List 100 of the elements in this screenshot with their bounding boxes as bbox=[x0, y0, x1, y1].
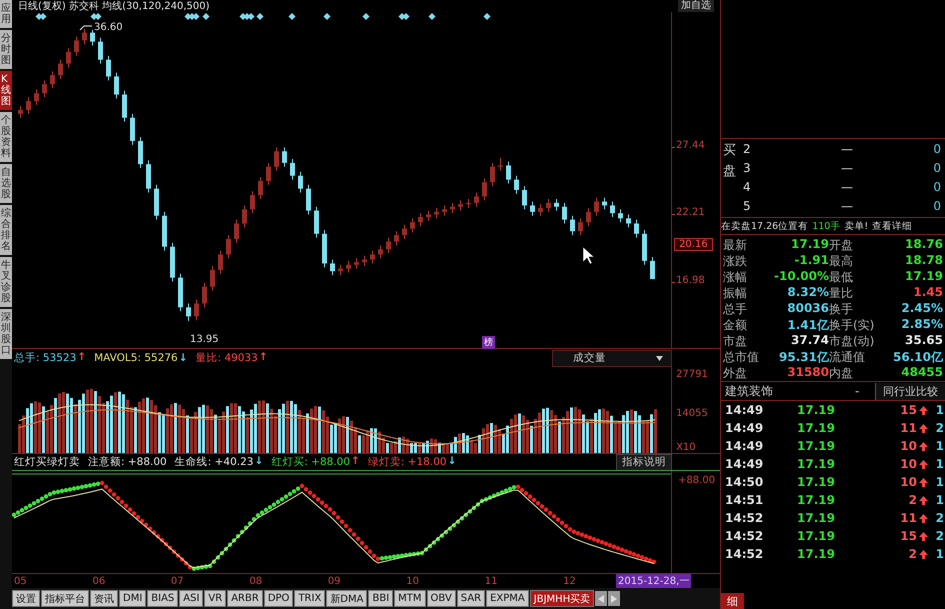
price-axis-label: 22.21 bbox=[676, 207, 705, 218]
quote-label: 总市值 bbox=[723, 349, 760, 365]
indicator-tab[interactable]: 资讯 bbox=[90, 590, 118, 607]
notice-text: 在卖盘17.26位置有 bbox=[721, 220, 808, 232]
trade-volume: 11 bbox=[899, 421, 918, 435]
indicator-tab[interactable]: EXPMA bbox=[486, 590, 529, 607]
side-tab[interactable]: 牛叉诊股 bbox=[0, 257, 12, 307]
trade-time: 14:51 bbox=[724, 493, 764, 507]
side-tab[interactable]: 综合排名 bbox=[0, 205, 12, 255]
rank-marker: 榜 bbox=[482, 336, 495, 349]
trade-volume: 15 bbox=[899, 529, 918, 543]
order-price: — bbox=[840, 142, 853, 156]
quote-label: 流通值 bbox=[829, 349, 866, 365]
trend-arrow: ↓ bbox=[254, 455, 264, 469]
order-level: 2 bbox=[742, 142, 752, 156]
trend-arrow: ↑ bbox=[258, 351, 268, 365]
indicator-tab[interactable]: BBI bbox=[368, 590, 394, 607]
order-volume: 0 bbox=[932, 198, 942, 212]
quote-value: 95.31亿 bbox=[778, 349, 829, 365]
indicator-tab[interactable]: DPO bbox=[264, 590, 294, 607]
trade-count: 1 bbox=[936, 439, 945, 453]
indicator-tab[interactable]: 指标平台 bbox=[41, 590, 89, 607]
side-tab[interactable]: 自选股 bbox=[0, 164, 12, 203]
side-tab[interactable]: 应用 bbox=[0, 0, 12, 28]
trade-volume: 10 bbox=[899, 457, 918, 471]
quote-value: 2.45% bbox=[900, 301, 943, 317]
trade-count: 1 bbox=[936, 547, 945, 561]
trade-price: 17.19 bbox=[797, 421, 836, 435]
quote-value: 8.32% bbox=[786, 285, 829, 301]
quote-label: 内盘 bbox=[829, 365, 854, 381]
indicator-title: 红灯买绿灯卖 bbox=[14, 455, 80, 469]
trade-price: 17.19 bbox=[797, 439, 836, 453]
indicator-tab[interactable]: DMI bbox=[119, 590, 146, 607]
trade-time: 14:52 bbox=[724, 529, 764, 543]
indicator-tab[interactable]: SAR bbox=[456, 590, 486, 607]
indicator-stat: 生命线: +40.23 bbox=[174, 455, 254, 469]
quote-value: 2.85% bbox=[900, 317, 943, 333]
quote-value: 17.19 bbox=[904, 269, 943, 285]
quote-value: 31580 bbox=[786, 365, 829, 381]
trade-count: 2 bbox=[936, 511, 945, 525]
trade-volume: 10 bbox=[899, 439, 918, 453]
indicator-tab[interactable]: 新DMA bbox=[326, 590, 368, 607]
indicator-tab[interactable]: BIAS bbox=[147, 590, 178, 607]
quote-value: 1.45 bbox=[912, 285, 943, 301]
side-tab[interactable]: 深圳股口 bbox=[0, 309, 12, 359]
order-level: 4 bbox=[742, 180, 752, 194]
order-level: 5 bbox=[742, 198, 752, 212]
indicator-stat: 红灯买: +88.00 bbox=[271, 455, 350, 469]
order-price: — bbox=[840, 198, 853, 212]
side-tab[interactable]: 个股资料 bbox=[0, 112, 12, 162]
trade-time: 14:49 bbox=[724, 403, 764, 417]
quote-label: 最高 bbox=[829, 253, 854, 269]
indicator-tab[interactable]: ARBR bbox=[227, 590, 263, 607]
indicator-dropdown[interactable]: 成交量 bbox=[552, 350, 672, 366]
trade-volume: 15 bbox=[899, 403, 918, 417]
month-label: 11 bbox=[484, 576, 498, 586]
indicator-tab[interactable]: ASI bbox=[179, 590, 204, 607]
indicator-tab[interactable]: TRIX bbox=[294, 590, 326, 607]
indicator-tab[interactable]: VR bbox=[204, 590, 226, 607]
price-axis-label: 27.44 bbox=[676, 140, 705, 151]
indicator-tab[interactable]: JBJMHH买卖 bbox=[530, 590, 594, 607]
view-detail-link[interactable]: 查看详细 bbox=[872, 220, 912, 232]
trade-time: 14:50 bbox=[724, 475, 764, 489]
side-tab[interactable]: 分时图 bbox=[0, 30, 12, 69]
quote-value: 80036 bbox=[786, 301, 829, 317]
month-label: 10 bbox=[405, 576, 419, 586]
quote-value: 48455 bbox=[900, 365, 943, 381]
quote-label: 最新 bbox=[723, 237, 748, 253]
trade-count: 1 bbox=[936, 457, 945, 471]
trade-price: 17.19 bbox=[797, 475, 836, 489]
order-price: — bbox=[840, 160, 853, 174]
quote-value: 35.65 bbox=[904, 333, 943, 349]
detail-tab[interactable]: 细 bbox=[721, 593, 744, 609]
trend-arrow: ↓ bbox=[178, 352, 188, 364]
month-label: 09 bbox=[326, 576, 341, 586]
trend-arrow: ↑ bbox=[351, 455, 360, 469]
month-label: 12 bbox=[562, 576, 576, 586]
quote-label: 量比 bbox=[829, 285, 854, 301]
industry-compare-button[interactable]: 同行业比较 bbox=[875, 382, 945, 400]
quote-label: 换手(实) bbox=[829, 317, 876, 333]
trend-arrow: ↓ bbox=[448, 455, 456, 469]
quote-value: -10.00% bbox=[773, 269, 829, 285]
indicator-tab[interactable]: 设置 bbox=[12, 590, 40, 607]
quote-label: 金额 bbox=[723, 317, 748, 333]
add-watchlist-button[interactable]: 加自选 bbox=[678, 0, 714, 12]
quote-label: 振幅 bbox=[723, 285, 748, 301]
quote-label: 市盘(动) bbox=[829, 333, 876, 349]
order-level: 3 bbox=[742, 160, 752, 174]
quote-label: 外盘 bbox=[723, 365, 748, 381]
buy-side-label: 买盘 bbox=[722, 142, 737, 181]
trade-count: 1 bbox=[936, 475, 945, 489]
indicator-help-button[interactable]: 指标说明 bbox=[616, 454, 672, 470]
indicator-tab[interactable]: OBV bbox=[426, 590, 456, 607]
price-axis-label: 16.98 bbox=[676, 274, 705, 286]
sell-order-link[interactable]: 卖单! bbox=[844, 220, 868, 232]
trend-arrow: ↑ bbox=[77, 351, 86, 365]
side-tab[interactable]: K线图 bbox=[0, 71, 12, 110]
indicator-tab[interactable]: MTM bbox=[394, 590, 426, 607]
indicator-stat: 绿灯卖: +18.00 bbox=[368, 455, 447, 469]
trade-price: 17.19 bbox=[797, 403, 836, 417]
